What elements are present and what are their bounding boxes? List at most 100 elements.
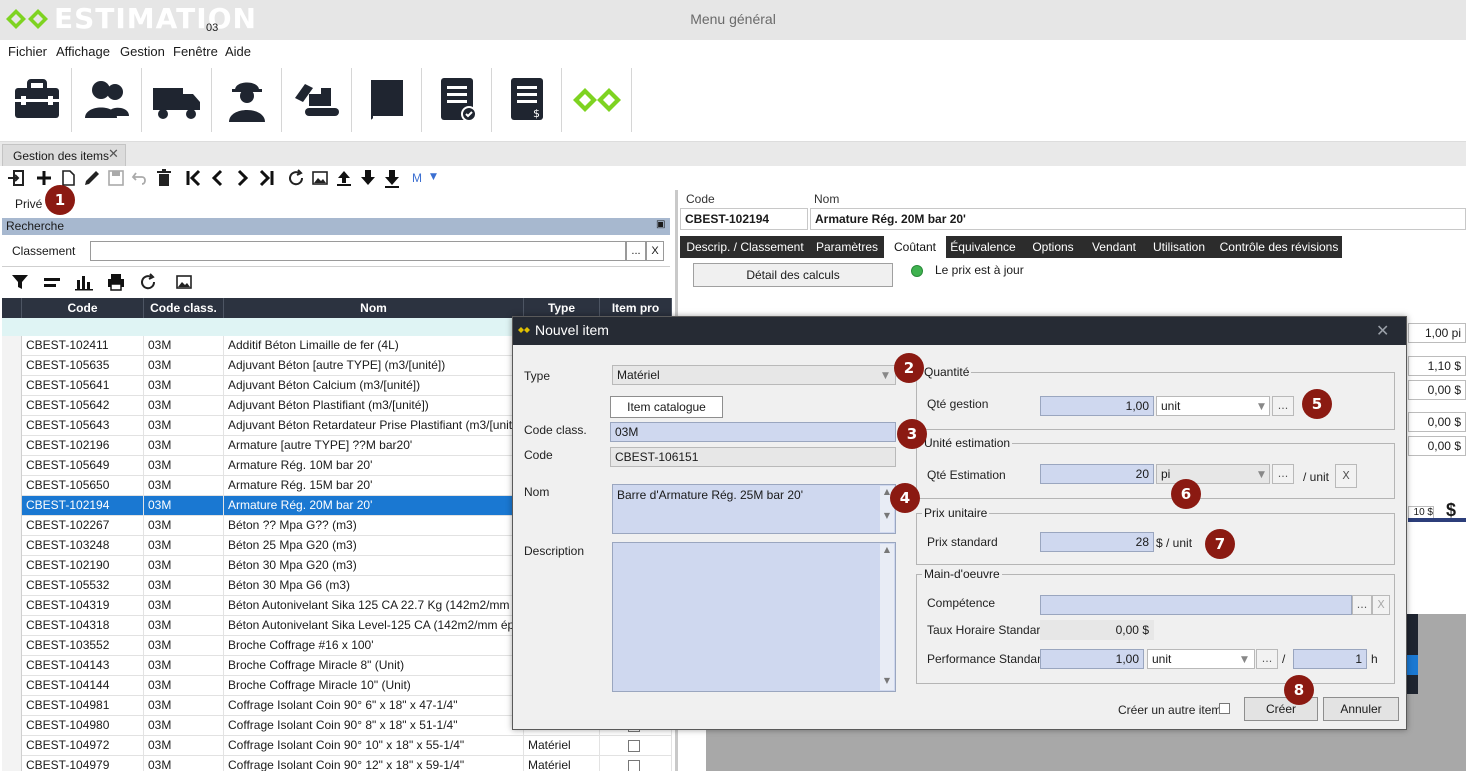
menu-fichier[interactable]: Fichier	[8, 44, 47, 59]
item-pro-checkbox[interactable]	[628, 760, 640, 771]
column-type[interactable]: Type	[524, 298, 600, 318]
qte-gestion-browse-button[interactable]: ...	[1272, 396, 1294, 416]
ribbon-projects-button[interactable]	[2, 68, 72, 132]
row-header[interactable]	[2, 596, 22, 616]
row-header[interactable]	[2, 736, 22, 756]
image-icon[interactable]	[174, 272, 194, 292]
row-header[interactable]	[2, 436, 22, 456]
add-icon[interactable]	[34, 168, 54, 188]
row-header[interactable]	[2, 616, 22, 636]
ribbon-equipment-button[interactable]	[142, 68, 212, 132]
prix-standard-input[interactable]: 28	[1040, 532, 1154, 552]
type-select[interactable]: Matériel	[612, 365, 896, 385]
menu-aide[interactable]: Aide	[225, 44, 251, 59]
detail-calculs-button[interactable]: Détail des calculs	[693, 263, 893, 287]
group-icon[interactable]	[42, 272, 62, 292]
column-code[interactable]: Code	[22, 298, 144, 318]
row-header[interactable]	[2, 676, 22, 696]
close-icon[interactable]: ✕	[108, 147, 119, 162]
create-another-checkbox[interactable]	[1219, 703, 1230, 714]
ribbon-machinery-button[interactable]	[282, 68, 352, 132]
cost-value[interactable]: 1,10 $	[1408, 356, 1466, 376]
row-header[interactable]	[2, 696, 22, 716]
previous-record-icon[interactable]	[208, 168, 228, 188]
refresh-icon[interactable]	[286, 168, 306, 188]
delete-icon[interactable]	[154, 168, 174, 188]
last-record-icon[interactable]	[256, 168, 276, 188]
upload-icon[interactable]	[334, 168, 354, 188]
tab-descrip-classement[interactable]: Descrip. / Classement	[680, 236, 810, 258]
tab-coutant[interactable]: Coûtant	[884, 236, 946, 258]
row-header[interactable]	[2, 536, 22, 556]
menu-gestion[interactable]: Gestion	[120, 44, 165, 59]
row-header[interactable]	[2, 376, 22, 396]
exit-icon[interactable]	[6, 168, 26, 188]
column-nom[interactable]: Nom	[224, 298, 524, 318]
row-header[interactable]	[2, 636, 22, 656]
classement-clear-button[interactable]: X	[646, 241, 664, 261]
row-header[interactable]	[2, 656, 22, 676]
cost-value[interactable]: 0,00 $	[1408, 380, 1466, 400]
chevron-down-icon[interactable]: ▼	[430, 172, 437, 182]
row-header[interactable]	[2, 496, 22, 516]
tab-utilisation[interactable]: Utilisation	[1142, 236, 1216, 258]
qte-estimation-clear-button[interactable]: X	[1335, 464, 1357, 488]
row-header[interactable]	[2, 756, 22, 771]
cost-value[interactable]: 1,00 pi	[1408, 323, 1466, 343]
description-textarea[interactable]	[612, 542, 896, 692]
table-row[interactable]: CBEST-104972 03M Coffrage Isolant Coin 90°…	[2, 736, 672, 756]
row-header[interactable]	[2, 576, 22, 596]
ribbon-labor-button[interactable]	[212, 68, 282, 132]
download-all-icon[interactable]	[382, 168, 402, 188]
code-class-input[interactable]: 03M	[610, 422, 896, 442]
row-header[interactable]	[2, 476, 22, 496]
item-catalogue-button[interactable]: Item catalogue	[610, 396, 723, 418]
save-icon[interactable]	[106, 168, 126, 188]
ribbon-contacts-button[interactable]	[72, 68, 142, 132]
ribbon-catalog-button[interactable]	[352, 68, 422, 132]
menu-fenetre[interactable]: Fenêtre	[173, 44, 218, 59]
row-header[interactable]	[2, 716, 22, 736]
table-row[interactable]: CBEST-104979 03M Coffrage Isolant Coin 90°…	[2, 756, 672, 771]
nom-textarea[interactable]: Barre d'Armature Rég. 25M bar 20'	[612, 484, 896, 534]
row-header[interactable]	[2, 336, 22, 356]
qte-gestion-input[interactable]: 1,00	[1040, 396, 1154, 416]
ribbon-pricing-button[interactable]: $	[492, 68, 562, 132]
column-item-pro[interactable]: Item pro	[600, 298, 672, 318]
tab-parametres[interactable]: Paramètres	[810, 236, 884, 258]
tab-vendant[interactable]: Vendant	[1086, 236, 1142, 258]
menu-affichage[interactable]: Affichage	[56, 44, 110, 59]
next-record-icon[interactable]	[232, 168, 252, 188]
row-header[interactable]	[2, 456, 22, 476]
undo-icon[interactable]	[130, 168, 150, 188]
tab-options[interactable]: Options	[1020, 236, 1086, 258]
competence-browse-button[interactable]: ...	[1352, 595, 1372, 615]
tab-controle-revisions[interactable]: Contrôle des révisions	[1216, 236, 1342, 258]
classement-input[interactable]	[90, 241, 626, 261]
chevron-down-icon[interactable]: ▼	[880, 676, 894, 690]
cancel-button[interactable]: Annuler	[1323, 697, 1399, 721]
performance-browse-button[interactable]: ...	[1256, 649, 1278, 669]
qte-gestion-unit-select[interactable]: unit	[1156, 396, 1270, 416]
row-header[interactable]	[2, 396, 22, 416]
unit-mode-dropdown[interactable]: M	[412, 171, 422, 185]
ribbon-approvals-button[interactable]	[422, 68, 492, 132]
tab-equivalence[interactable]: Équivalence	[946, 236, 1020, 258]
qte-estimation-input[interactable]: 20	[1040, 464, 1154, 484]
print-icon[interactable]	[106, 272, 126, 292]
column-code-class[interactable]: Code class.	[144, 298, 224, 318]
refresh-icon[interactable]	[138, 272, 158, 292]
competence-input[interactable]	[1040, 595, 1352, 615]
competence-clear-button[interactable]: X	[1372, 595, 1390, 615]
filter-icon[interactable]	[10, 272, 30, 292]
row-header[interactable]	[2, 356, 22, 376]
close-icon[interactable]: ✕	[1376, 321, 1389, 340]
chevron-down-icon[interactable]: ▼	[882, 371, 889, 381]
chevron-down-icon[interactable]: ▼	[1241, 655, 1248, 665]
scrollbar-thumb[interactable]	[1408, 518, 1466, 522]
performance-unit-select[interactable]: unit	[1147, 649, 1255, 669]
cost-value[interactable]: 0,00 $	[1408, 436, 1466, 456]
first-record-icon[interactable]	[184, 168, 204, 188]
qte-estimation-unit-select[interactable]: pi	[1156, 464, 1270, 484]
row-header[interactable]	[2, 416, 22, 436]
